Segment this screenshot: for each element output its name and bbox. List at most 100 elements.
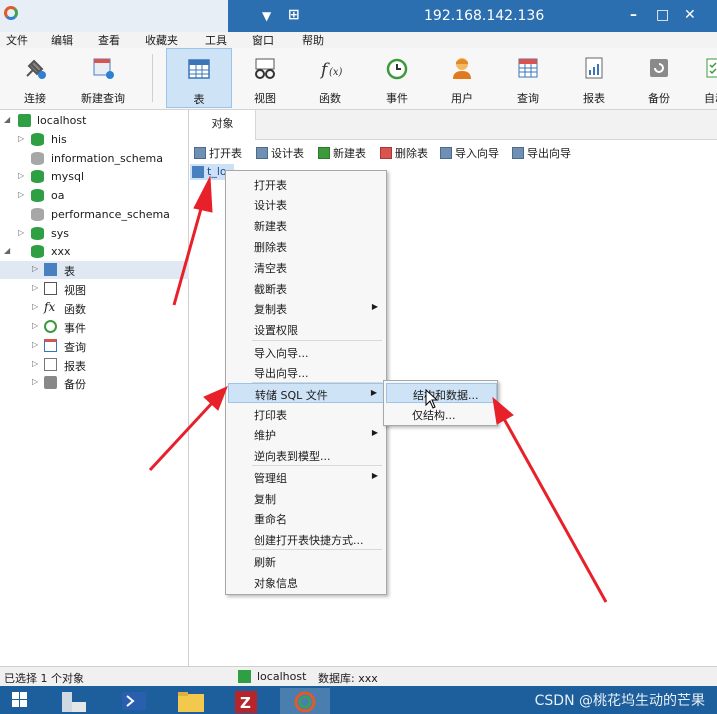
menu-item-empty-table[interactable]: 清空表: [228, 257, 384, 277]
reports-button[interactable]: 报表: [569, 48, 619, 108]
import-wizard-button[interactable]: 导入向导: [440, 145, 499, 161]
tree-xxx-queries[interactable]: ▷ 查询: [0, 337, 189, 355]
tree-xxx-backups[interactable]: ▷ 备份: [0, 374, 189, 392]
menu-separator: [252, 549, 382, 550]
tree-xxx-events[interactable]: ▷ 事件: [0, 318, 189, 336]
tree-xxx-tables[interactable]: ▷ 表: [0, 261, 189, 279]
menu-item-dump-sql-file[interactable]: 转储 SQL 文件 ▶: [228, 383, 384, 403]
menu-item-new-table[interactable]: 新建表: [228, 215, 384, 235]
tree-db-information-schema[interactable]: information_schema: [18, 150, 184, 168]
tree-db-label: xxx: [51, 245, 71, 258]
export-wizard-button[interactable]: 导出向导: [512, 145, 571, 161]
delete-table-label: 删除表: [395, 147, 428, 160]
users-button[interactable]: 用户: [437, 48, 487, 108]
design-table-button[interactable]: 设计表: [256, 145, 304, 161]
menu-item-object-info[interactable]: 对象信息: [228, 572, 384, 592]
tree-db-performance-schema[interactable]: performance_schema: [18, 206, 184, 224]
queries-button[interactable]: 查询: [503, 48, 553, 108]
taskbar-powershell-app[interactable]: [110, 688, 160, 714]
pin-icon[interactable]: ⊞: [288, 7, 300, 23]
taskbar-explorer-app[interactable]: [52, 688, 102, 714]
tree-xxx-reports[interactable]: ▷ 报表: [0, 356, 189, 374]
tree-db-oa[interactable]: ▷ oa: [18, 187, 184, 205]
expand-icon[interactable]: ▷: [32, 340, 38, 349]
tab-objects[interactable]: 对象: [190, 110, 256, 140]
tree-db-his[interactable]: ▷ his: [18, 131, 184, 149]
taskbar-navicat-app[interactable]: [280, 688, 330, 714]
taskbar-filezilla-app[interactable]: Z: [222, 688, 272, 714]
tree-connection-localhost[interactable]: ◢ localhost: [4, 112, 184, 130]
menu-tools[interactable]: 工具: [205, 32, 227, 48]
windows-logo-icon: [12, 692, 27, 707]
menu-item-duplicate-table[interactable]: 复制表 ▶: [228, 298, 384, 318]
menu-item-manage-group[interactable]: 管理组 ▶: [228, 467, 384, 487]
connect-button[interactable]: 连接: [10, 48, 60, 108]
events-button[interactable]: 事件: [372, 48, 422, 108]
backup-button[interactable]: 备份: [634, 48, 684, 108]
menu-item-rename[interactable]: 重命名: [228, 508, 384, 528]
expand-icon[interactable]: ▷: [18, 134, 24, 143]
expand-icon[interactable]: ▷: [18, 228, 24, 237]
menu-item-export-wizard[interactable]: 导出向导...: [228, 362, 384, 382]
maximize-button[interactable]: □: [656, 7, 669, 23]
menu-item-structure-and-data[interactable]: 结构和数据...: [386, 383, 497, 403]
menu-item-delete-table[interactable]: 删除表: [228, 236, 384, 256]
tree-db-xxx[interactable]: ◢ xxx: [4, 243, 184, 261]
expand-icon[interactable]: ▷: [18, 171, 24, 180]
close-button[interactable]: ✕: [684, 7, 696, 23]
menu-view[interactable]: 查看: [98, 32, 120, 48]
start-button[interactable]: [4, 688, 40, 714]
tree-db-mysql[interactable]: ▷ mysql: [18, 168, 184, 186]
expand-icon[interactable]: ▷: [32, 264, 38, 273]
automation-button[interactable]: 自动: [696, 48, 717, 108]
open-table-button[interactable]: 打开表: [194, 145, 242, 161]
watermark-text: CSDN @桃花坞生动的芒果: [534, 693, 705, 709]
new-table-button[interactable]: 新建表: [318, 145, 366, 161]
expand-icon[interactable]: ▷: [32, 283, 38, 292]
menu-item-set-permissions[interactable]: 设置权限: [228, 319, 384, 339]
tree-db-sys[interactable]: ▷ sys: [18, 225, 184, 243]
menu-window[interactable]: 窗口: [252, 32, 274, 48]
expand-icon[interactable]: ▷: [32, 321, 38, 330]
collapse-icon[interactable]: ◢: [4, 115, 10, 124]
menu-item-label: 打印表: [254, 409, 287, 422]
chevron-down-icon[interactable]: ▼: [262, 9, 271, 23]
tree-xxx-functions[interactable]: ▷ fx 函数: [0, 299, 189, 317]
menu-item-reverse-to-model[interactable]: 逆向表到模型...: [228, 445, 384, 465]
menu-help[interactable]: 帮助: [302, 32, 324, 48]
menu-item-truncate-table[interactable]: 截断表: [228, 278, 384, 298]
clock-icon: [44, 320, 57, 333]
functions-button[interactable]: f (x) 函数: [305, 48, 355, 108]
new-query-button[interactable]: 新建查询: [72, 48, 134, 108]
menu-item-import-wizard[interactable]: 导入向导...: [228, 342, 384, 362]
svg-text:(x): (x): [329, 67, 342, 78]
menu-item-design-table[interactable]: 设计表: [228, 194, 384, 214]
menu-edit[interactable]: 编辑: [51, 32, 73, 48]
tables-button[interactable]: 表: [166, 48, 232, 108]
minimize-button[interactable]: –: [630, 7, 637, 23]
menu-item-refresh[interactable]: 刷新: [228, 551, 384, 571]
tree-node-label: 事件: [64, 322, 86, 335]
tree-xxx-views[interactable]: ▷ 视图: [0, 280, 189, 298]
expand-icon[interactable]: ▷: [32, 377, 38, 386]
expand-icon[interactable]: ▷: [18, 190, 24, 199]
menu-item-label: 逆向表到模型...: [254, 450, 331, 463]
menu-item-open-table[interactable]: 打开表: [228, 174, 384, 194]
object-tab-bar: 对象: [190, 110, 717, 140]
tree-db-label: his: [51, 133, 67, 146]
menu-favorites[interactable]: 收藏夹: [145, 32, 178, 48]
collapse-icon[interactable]: ◢: [4, 246, 10, 255]
menu-item-maintain[interactable]: 维护 ▶: [228, 424, 384, 444]
expand-icon[interactable]: ▷: [32, 359, 38, 368]
report-icon: [44, 358, 57, 371]
views-button[interactable]: 视图: [240, 48, 290, 108]
menu-item-structure-only[interactable]: 仅结构...: [386, 404, 497, 424]
menu-item-copy[interactable]: 复制: [228, 488, 384, 508]
expand-icon[interactable]: ▷: [32, 302, 38, 311]
menu-item-print-table[interactable]: 打印表: [228, 404, 384, 424]
menu-item-create-shortcut[interactable]: 创建打开表快捷方式...: [228, 529, 384, 549]
taskbar-folder-app[interactable]: [166, 688, 216, 714]
tree-db-label: mysql: [51, 170, 84, 183]
menu-file[interactable]: 文件: [6, 32, 28, 48]
delete-table-button[interactable]: 删除表: [380, 145, 428, 161]
